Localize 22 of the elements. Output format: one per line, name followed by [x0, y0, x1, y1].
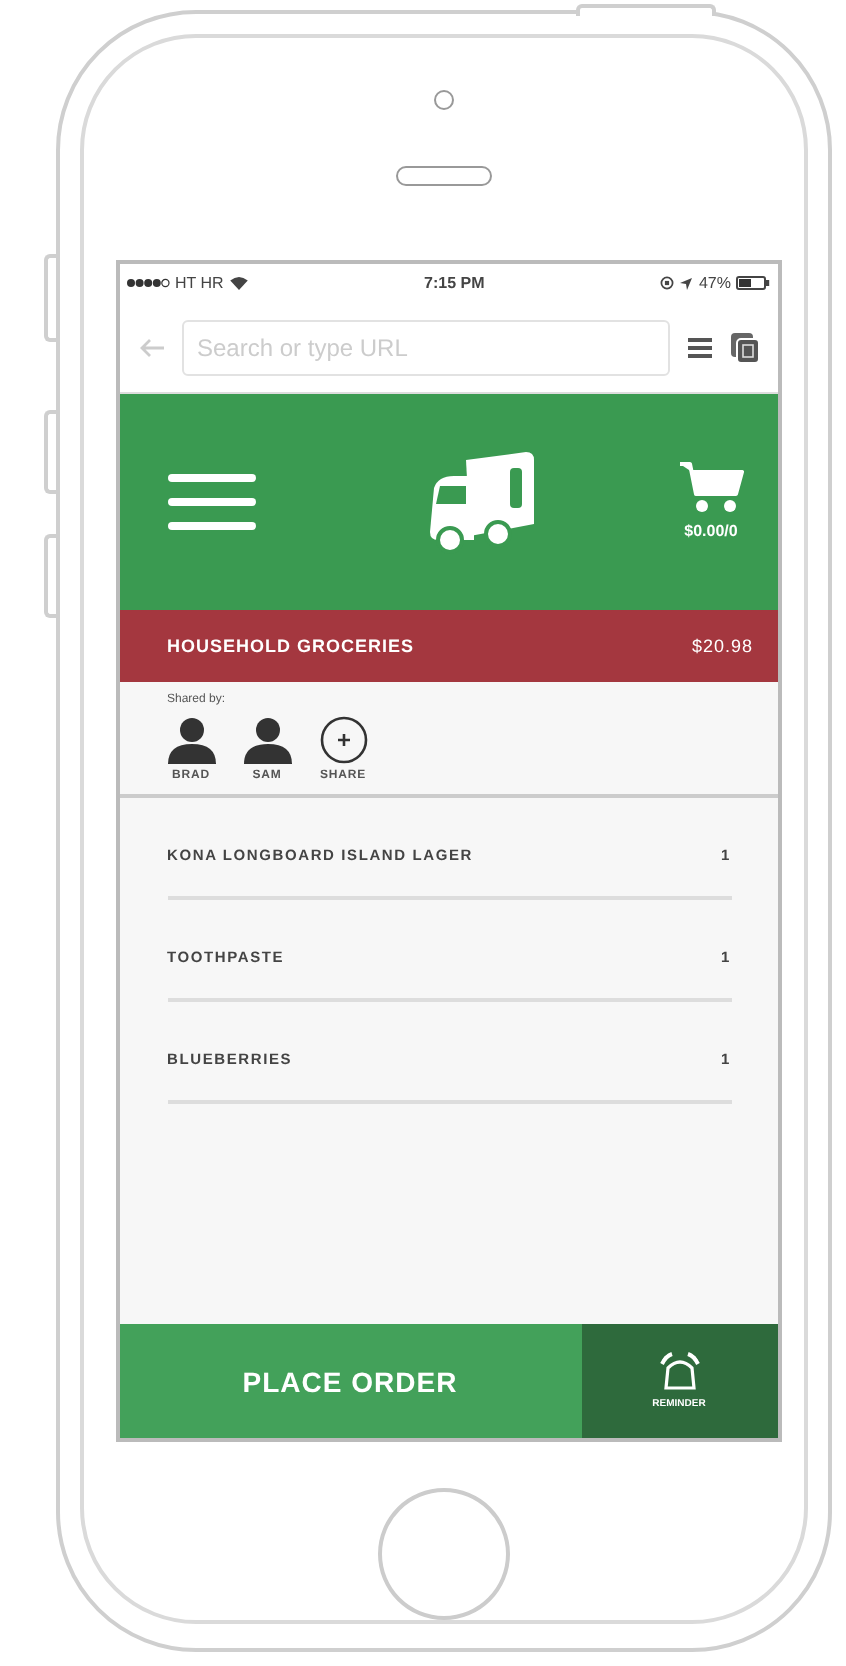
list-title: HOUSEHOLD GROCERIES [167, 635, 415, 656]
person-icon[interactable] [167, 715, 215, 764]
menu-icon[interactable] [687, 337, 711, 358]
speaker-icon [396, 165, 492, 186]
carrier-name: HT HR [175, 274, 224, 293]
wifi-icon [229, 276, 248, 291]
tabs-icon[interactable] [729, 331, 759, 364]
battery-icon [736, 276, 771, 291]
battery-percent: 47% [698, 274, 731, 293]
add-icon[interactable] [319, 715, 367, 764]
signal-icon [125, 278, 169, 289]
list-total: $20.98 [691, 635, 753, 656]
cart-icon[interactable] [679, 462, 743, 515]
menu-icon[interactable] [167, 473, 255, 530]
camera-icon [434, 90, 454, 110]
status-time: 7:15 PM [424, 274, 485, 293]
person-icon[interactable] [243, 715, 291, 764]
alarm-clock-icon [655, 1352, 703, 1393]
truck-icon [425, 447, 537, 556]
lock-rotation-icon [660, 276, 675, 291]
cart-total: $0.00/0 [684, 522, 738, 541]
location-icon [680, 277, 693, 290]
